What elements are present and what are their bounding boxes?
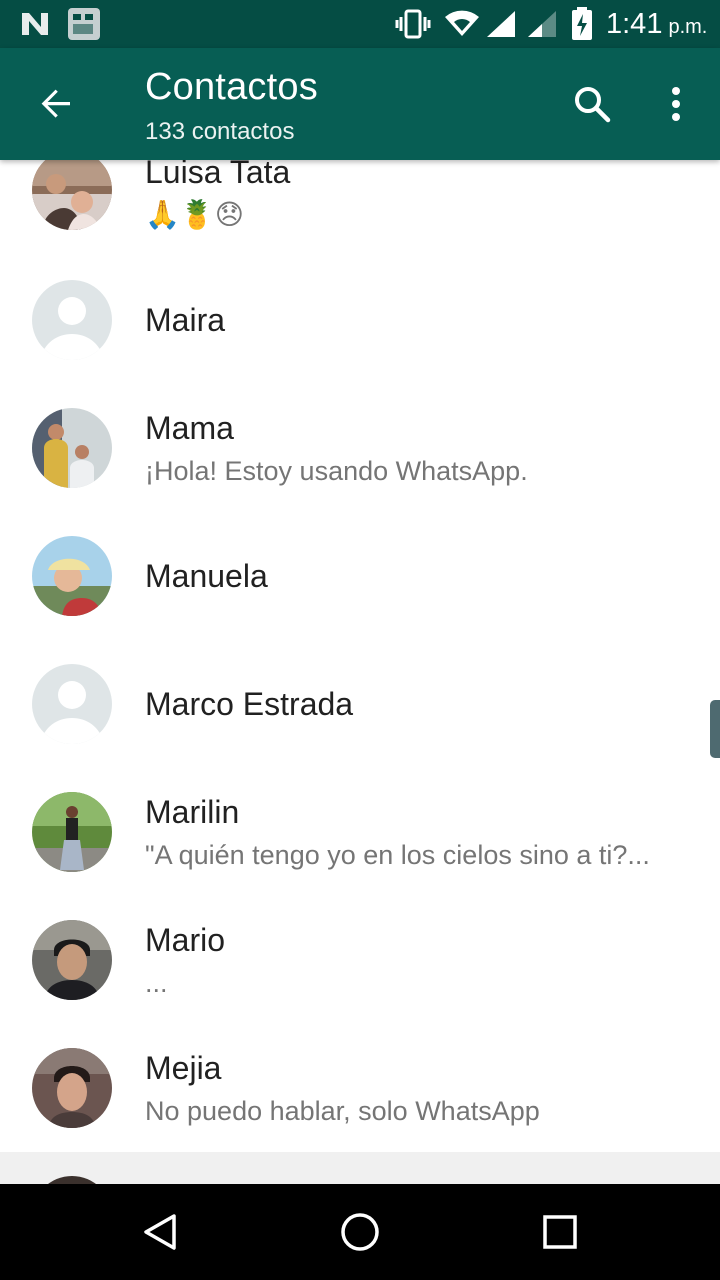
contact-name: Luisa Tata	[145, 160, 291, 190]
nav-recents-icon	[543, 1215, 577, 1249]
contact-name: Marilin	[145, 794, 240, 830]
contact-row-mejia[interactable]: Mejia No puedo hablar, solo WhatsApp	[0, 1024, 720, 1152]
avatar	[32, 160, 112, 230]
contact-name: Mama	[145, 410, 234, 446]
contact-name: Mario	[145, 922, 226, 958]
avatar	[32, 792, 112, 872]
clock: 1:41 p.m.	[606, 0, 707, 48]
wifi-icon	[444, 0, 480, 48]
contact-row-mama[interactable]: Mama ¡Hola! Estoy usando WhatsApp.	[0, 384, 720, 512]
contact-row-marco-estrada[interactable]: Marco Estrada	[0, 640, 720, 768]
nav-back-button[interactable]	[130, 1184, 190, 1280]
nav-recents-button[interactable]	[530, 1184, 590, 1280]
contact-row-marilin[interactable]: Marilin "A quién tengo yo en los cielos …	[0, 768, 720, 896]
signal-icon	[485, 0, 517, 48]
n-notification-icon	[20, 0, 50, 48]
nav-back-icon	[144, 1214, 176, 1250]
nav-home-button[interactable]	[330, 1184, 390, 1280]
contact-status: ...	[145, 968, 168, 998]
contact-name: Mejia	[145, 1050, 222, 1086]
avatar	[32, 1176, 112, 1184]
avatar	[32, 1048, 112, 1128]
battery-charging-icon	[570, 0, 594, 48]
contact-row-manuela[interactable]: Manuela	[0, 512, 720, 640]
clock-time: 1:41	[606, 7, 663, 40]
avatar	[32, 408, 112, 488]
nav-home-icon	[341, 1213, 379, 1251]
contact-row-luisa-tata[interactable]: Luisa Tata 🙏🍍😞	[0, 160, 720, 254]
navigation-bar	[0, 1184, 720, 1280]
contact-status: 🙏🍍😞	[145, 199, 244, 230]
vibrate-icon	[395, 0, 431, 48]
page-title: Contactos	[145, 66, 318, 108]
more-options-button[interactable]	[656, 78, 696, 130]
contact-row-partial[interactable]	[0, 1152, 720, 1184]
more-vert-icon	[672, 87, 680, 121]
contact-name: Maira	[145, 302, 226, 338]
status-bar: 1:41 p.m.	[0, 0, 720, 48]
scrollbar-thumb[interactable]	[710, 700, 720, 758]
avatar	[32, 920, 112, 1000]
arrow-back-icon	[41, 89, 70, 118]
contact-name: Marco Estrada	[145, 686, 354, 722]
back-button[interactable]	[30, 78, 82, 130]
avatar	[32, 536, 112, 616]
default-avatar-icon	[32, 280, 112, 360]
contact-count: 133 contactos	[145, 118, 295, 145]
contact-name: Manuela	[145, 558, 268, 594]
signal-2-icon	[526, 0, 558, 48]
contact-row-mario[interactable]: Mario ...	[0, 896, 720, 1024]
app-notification-icon	[67, 0, 101, 48]
toolbar: Contactos 133 contactos	[0, 48, 720, 160]
search-button[interactable]	[566, 78, 618, 130]
contact-status: No puedo hablar, solo WhatsApp	[145, 1096, 540, 1126]
contact-list: Luisa Tata 🙏🍍😞 Maira Mama ¡Hola! Estoy u…	[0, 160, 720, 1184]
clock-ampm: p.m.	[668, 15, 708, 38]
contact-status: ¡Hola! Estoy usando WhatsApp.	[145, 456, 528, 486]
contact-row-maira[interactable]: Maira	[0, 256, 720, 384]
default-avatar-icon	[32, 664, 112, 744]
contact-status: "A quién tengo yo en los cielos sino a t…	[145, 840, 650, 870]
search-icon	[575, 87, 611, 123]
